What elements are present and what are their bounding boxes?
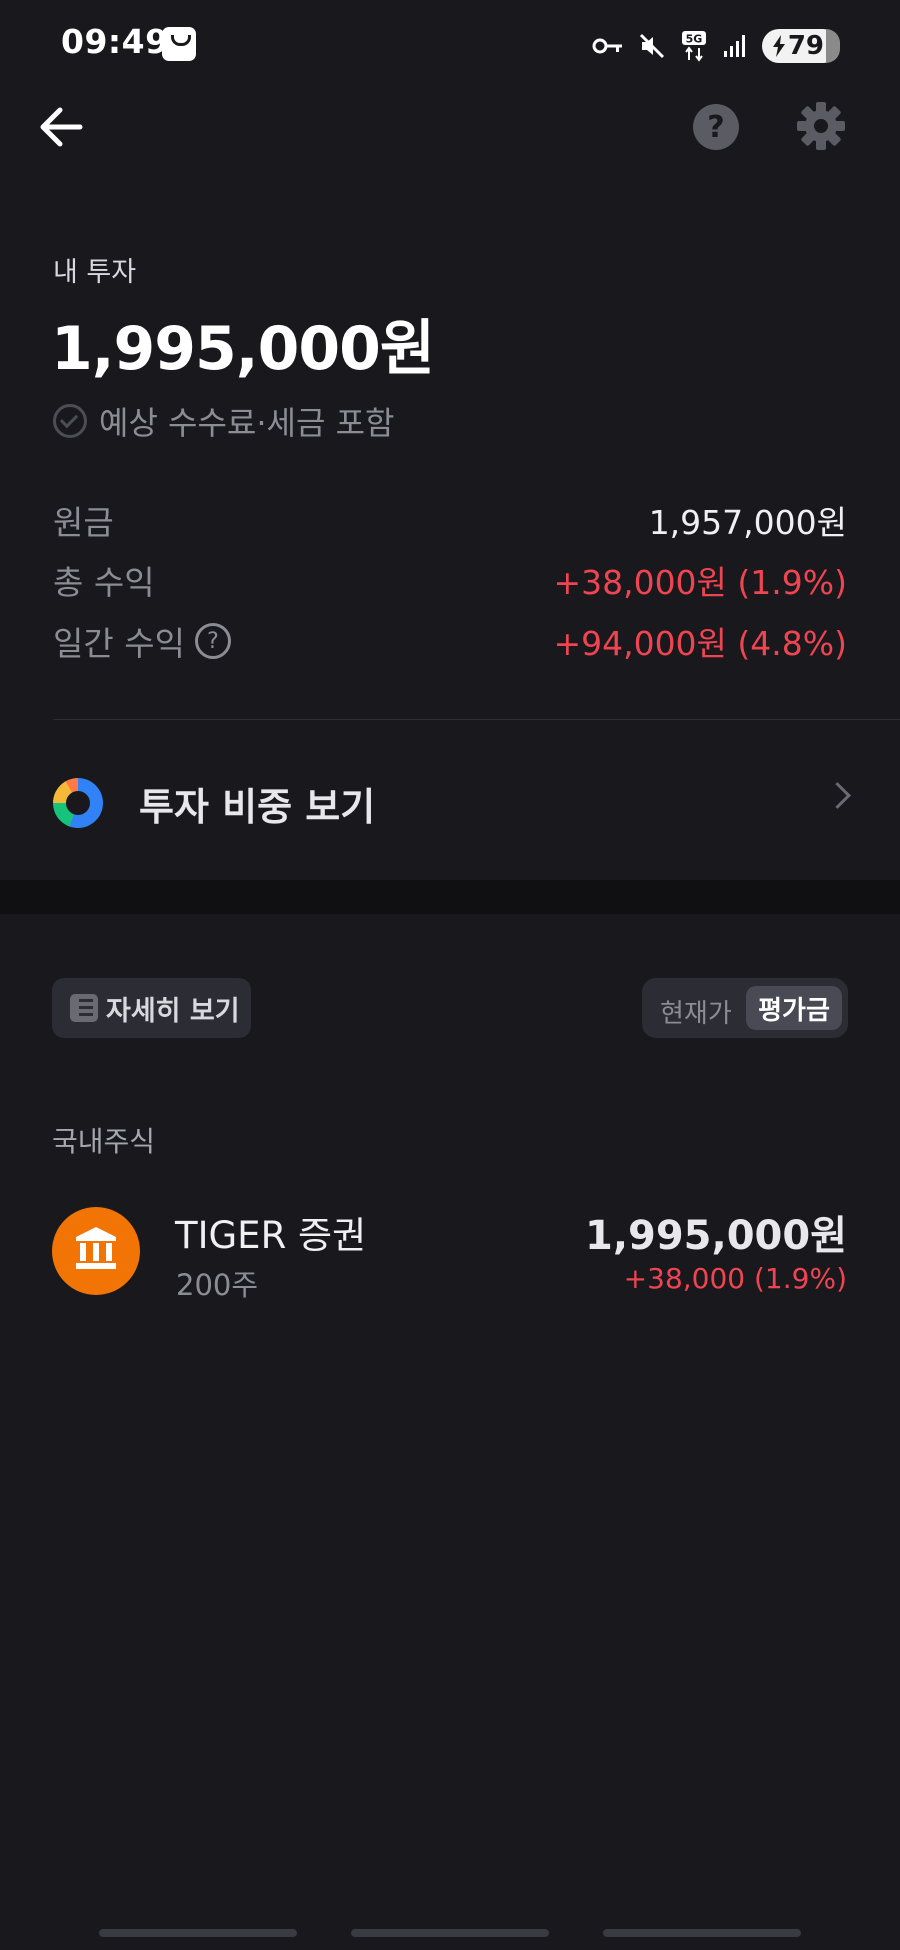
battery-indicator: 79	[761, 29, 840, 63]
daily-return-label: 일간 수익 ?	[53, 617, 231, 665]
nav-home-button[interactable]	[351, 1929, 549, 1937]
daily-return-value: +94,000원 (4.8%)	[553, 624, 847, 663]
view-details-label: 자세히 보기	[106, 995, 240, 1027]
gear-icon	[797, 102, 845, 150]
fee-note-text: 예상 수수료·세금 포함	[99, 404, 395, 442]
holding-change: +38,000 (1.9%)	[623, 1262, 847, 1295]
section-separator	[0, 880, 900, 914]
back-button[interactable]	[36, 100, 90, 154]
signal-icon	[723, 35, 745, 57]
fee-note: 예상 수수료·세금 포함	[53, 398, 394, 444]
charging-bolt-icon	[772, 35, 785, 57]
toggle-valuation[interactable]: 평가금	[746, 986, 842, 1030]
settings-button[interactable]	[796, 101, 846, 151]
total-return-label: 총 수익	[53, 563, 155, 602]
view-allocation-label: 투자 비중 보기	[139, 785, 376, 829]
total-investment-value: 1,995,000원	[51, 314, 435, 384]
mute-icon	[639, 33, 664, 59]
principal-value: 1,957,000원	[648, 503, 847, 542]
question-icon: ?	[707, 109, 725, 145]
5g-icon: 5G	[681, 31, 706, 62]
check-circle-icon	[53, 404, 87, 438]
divider	[53, 719, 900, 720]
donut-chart-icon	[53, 778, 103, 828]
principal-label: 원금	[53, 503, 114, 542]
nav-recent-button[interactable]	[99, 1929, 297, 1937]
battery-level: 79	[787, 31, 824, 61]
section-title-domestic-stocks: 국내주식	[52, 1125, 156, 1158]
toggle-current-price[interactable]: 현재가	[660, 993, 732, 1030]
daily-return-info-icon[interactable]: ?	[194, 623, 231, 659]
svg-text:5G: 5G	[685, 33, 702, 46]
bank-icon	[52, 1207, 140, 1295]
status-icons: 5G 79	[592, 26, 840, 66]
my-investment-label: 내 투자	[53, 257, 137, 288]
list-icon	[70, 994, 98, 1022]
holding-name[interactable]: TIGER 증권	[175, 1205, 366, 1259]
status-time: 09:49	[61, 22, 169, 61]
holding-value: 1,995,000원	[584, 1213, 847, 1259]
shopping-bag-icon	[162, 27, 196, 61]
nav-back-button[interactable]	[603, 1929, 801, 1937]
total-return-value: +38,000원 (1.9%)	[553, 563, 847, 602]
holding-quantity: 200주	[176, 1268, 259, 1302]
view-allocation-row[interactable]	[0, 740, 900, 880]
arrow-left-icon	[40, 107, 83, 147]
help-button[interactable]: ?	[693, 104, 739, 150]
key-icon	[592, 38, 622, 54]
view-details-button[interactable]: 자세히 보기	[52, 978, 251, 1038]
